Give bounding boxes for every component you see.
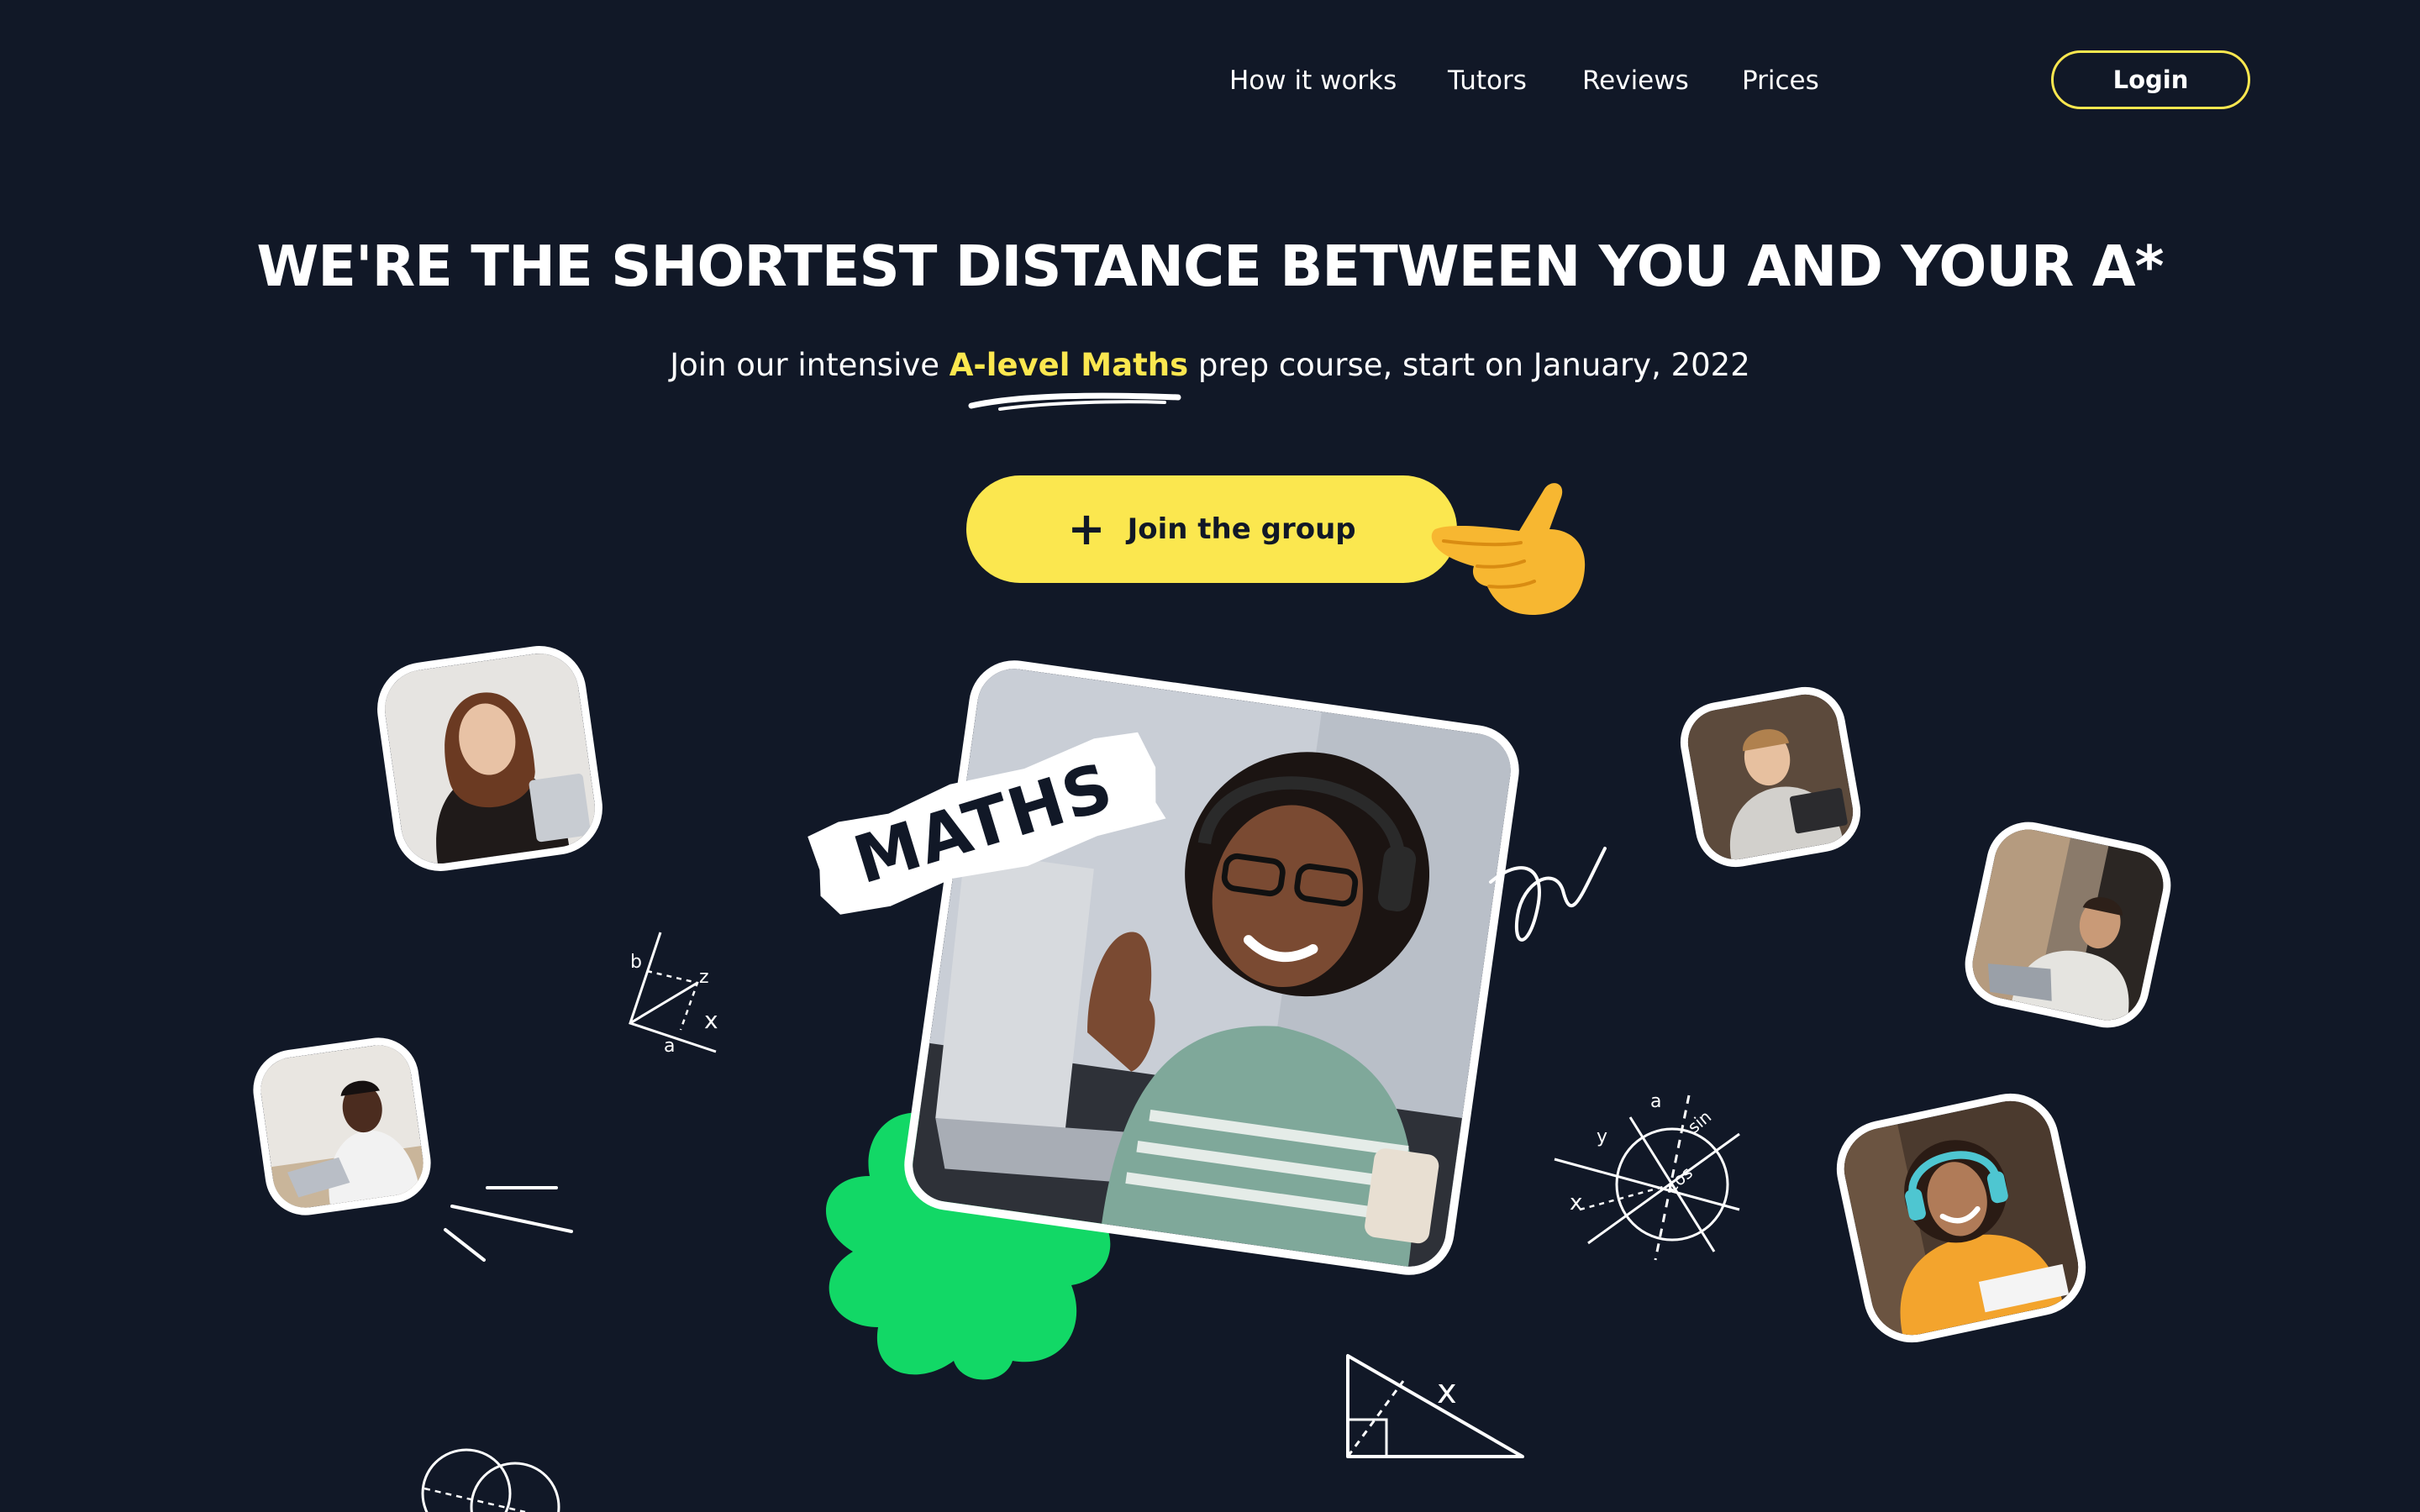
axes-label-x: x (704, 1006, 718, 1034)
student-photo-5 (1828, 1084, 2095, 1352)
student-photo-3 (1674, 680, 1867, 874)
nav-link-reviews[interactable]: Reviews (1582, 64, 1689, 97)
join-group-label: Join the group (1127, 512, 1356, 546)
subtitle-text-after: prep course, start on January, 2022 (1188, 347, 1750, 383)
nav-link-tutors[interactable]: Tutors (1448, 64, 1527, 97)
nav-link-how-it-works[interactable]: How it works (1229, 64, 1397, 97)
hero-title: WE'RE THE SHORTEST DISTANCE BETWEEN YOU … (256, 234, 2164, 299)
pointing-hand-icon (1431, 483, 1586, 615)
triangle-doodle: x (1346, 1354, 1524, 1458)
axes-doodle: b z x a (629, 932, 718, 1057)
axes-label-a: a (664, 1036, 675, 1057)
featured-student-photo (898, 654, 1525, 1281)
axes-label-z: z (699, 967, 709, 988)
underline-scribble (968, 392, 1181, 411)
nav-link-prices[interactable]: Prices (1742, 64, 1819, 97)
loop-doodle (1489, 847, 1607, 942)
login-button[interactable]: Login (2051, 50, 2250, 109)
axes-label-b: b (630, 952, 642, 973)
hero-subtitle: Join our intensive A-level Maths prep co… (0, 344, 2420, 386)
circle-label-a: a (1650, 1091, 1661, 1112)
circle-label-x: x (1570, 1190, 1582, 1215)
dash-lines-doodle (444, 1186, 573, 1262)
triangle-label-x: x (1437, 1373, 1457, 1411)
subtitle-text-before: Join our intensive (670, 347, 950, 383)
plus-icon: + (1067, 502, 1106, 555)
circle-label-y: y (1597, 1126, 1607, 1147)
student-photo-2 (248, 1032, 436, 1221)
subtitle-highlight: A-level Maths (949, 347, 1189, 383)
student-photo-4 (1957, 814, 2179, 1036)
student-photo-1 (371, 639, 609, 878)
trig-circle-doodle: a y sin cos x (1554, 1091, 1740, 1261)
join-group-button[interactable]: + Join the group (966, 475, 1457, 583)
venn-circles-doodle (421, 1448, 560, 1512)
